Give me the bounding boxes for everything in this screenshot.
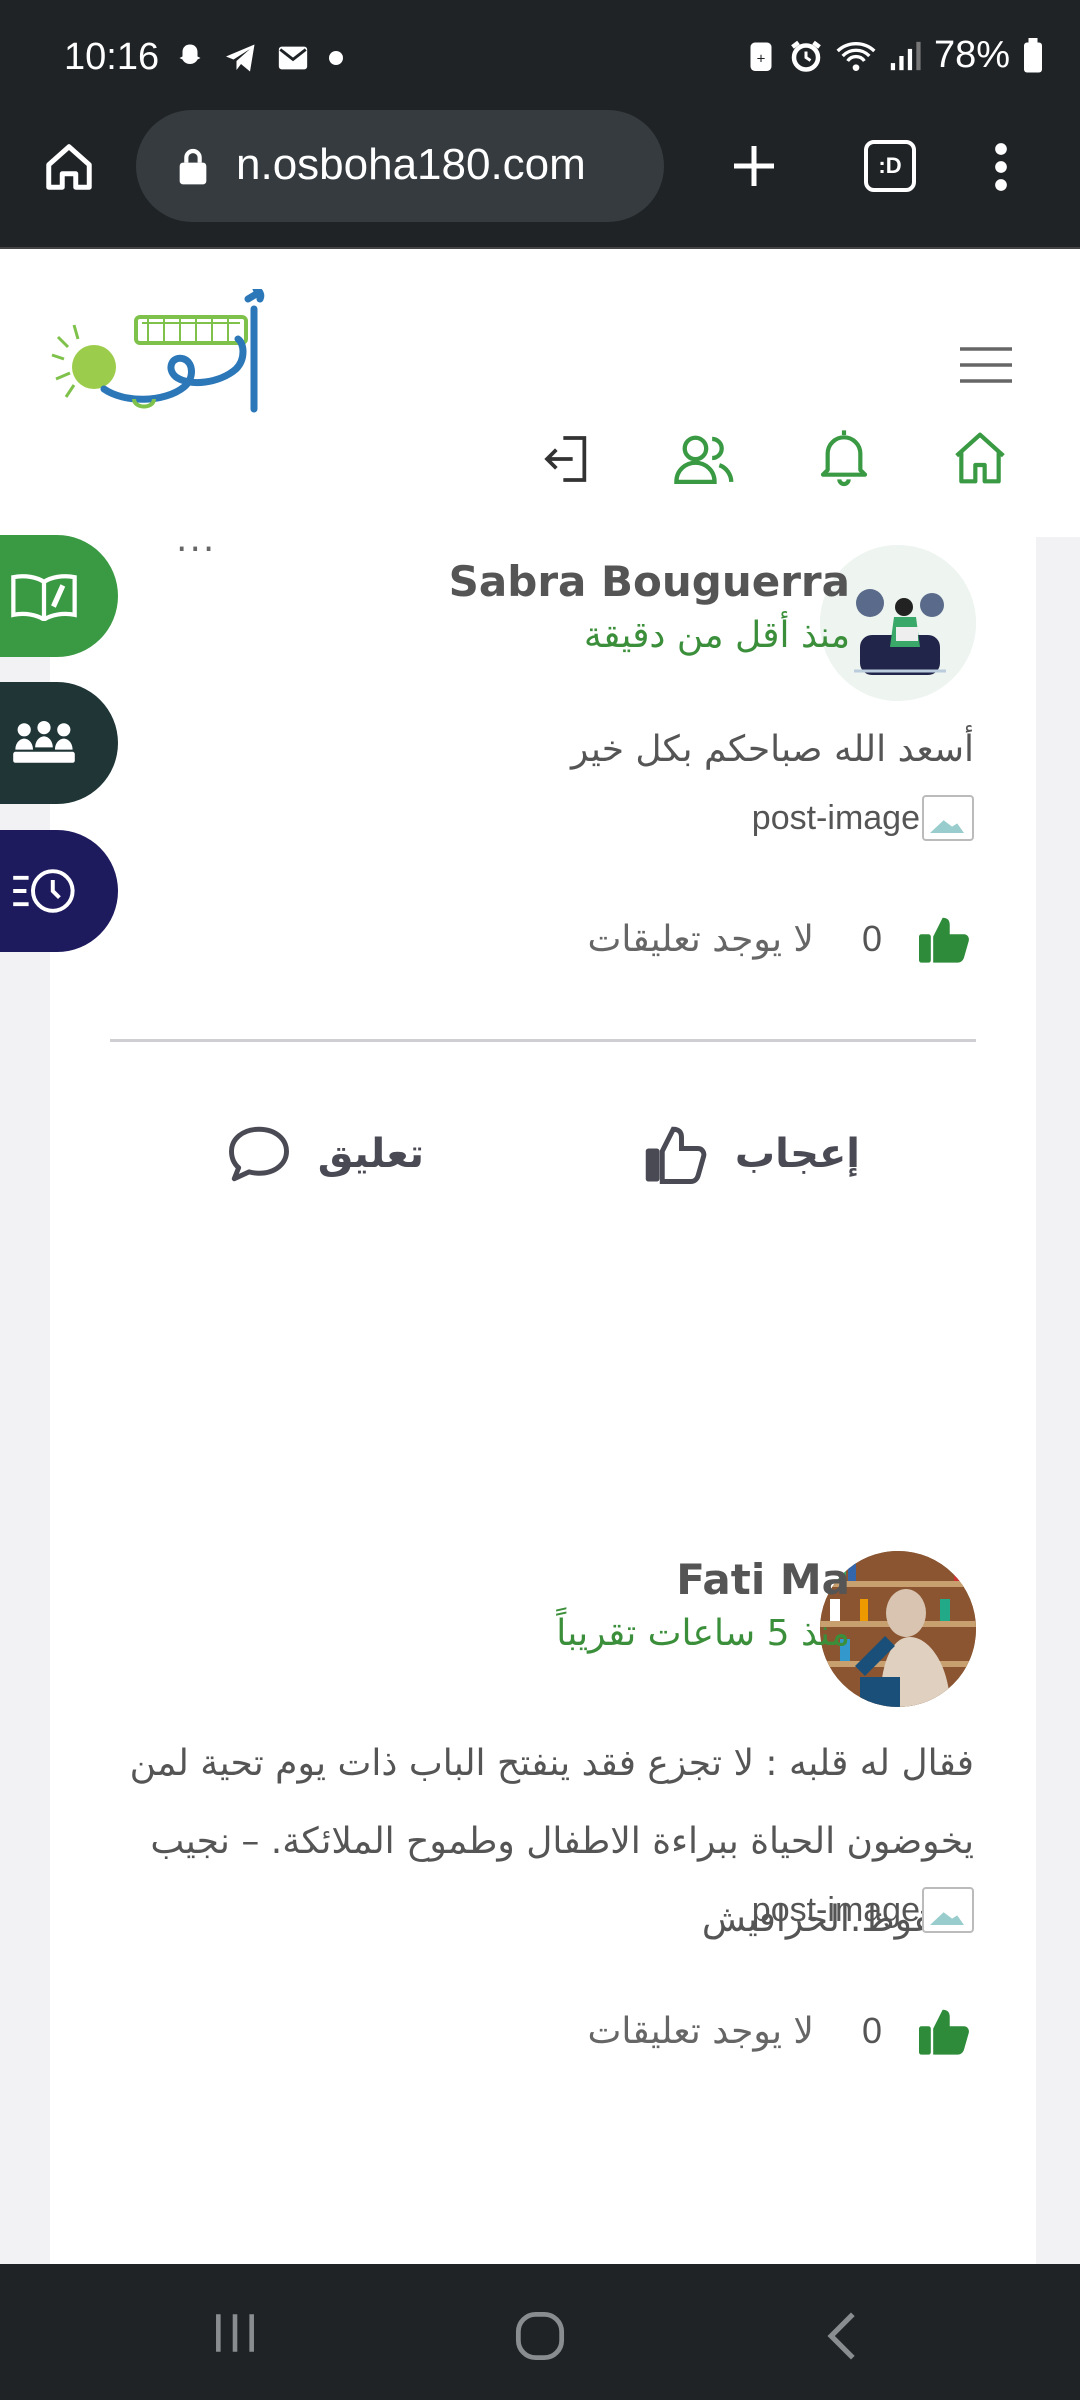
post-text: أسعد الله صباحكم بكل خير xyxy=(570,729,974,770)
logout-icon[interactable] xyxy=(540,431,596,487)
signal-icon xyxy=(890,41,921,70)
likes-count: 0 xyxy=(861,2010,882,2051)
notification-icons xyxy=(172,40,346,76)
post-image-alt: post-image xyxy=(751,1890,920,1929)
home-button-icon[interactable] xyxy=(514,2310,566,2362)
post-stats: 0 لا يوجد تعليقات xyxy=(588,2005,974,2057)
lock-icon xyxy=(179,148,207,185)
snapchat-icon xyxy=(179,44,201,64)
likes-count: 0 xyxy=(861,918,882,959)
home-nav-icon[interactable] xyxy=(952,429,1008,487)
thumbs-up-filled-icon xyxy=(919,917,969,963)
hamburger-menu-icon[interactable] xyxy=(958,345,1014,385)
wifi-icon xyxy=(836,41,876,71)
post-card: ··· Sabra Bouguerra منذ أقل من دقيقة أسع… xyxy=(50,537,1036,1509)
home-icon[interactable] xyxy=(42,140,96,194)
notifications-bell-icon[interactable] xyxy=(816,425,872,487)
svg-text:+: + xyxy=(757,50,766,67)
telegram-icon xyxy=(226,44,255,72)
history-clock-icon xyxy=(13,869,75,913)
post-card: Fati Ma منذ 5 ساعات تقريباً فقال له قلبه… xyxy=(50,1489,1036,2264)
like-button[interactable]: إعجاب xyxy=(643,1123,860,1185)
groups-side-button[interactable] xyxy=(0,682,118,804)
mail-icon xyxy=(278,46,308,70)
post-image: post-image xyxy=(752,795,974,841)
post-options-button[interactable]: ··· xyxy=(176,537,216,570)
battery-percent: 78% xyxy=(933,34,1010,76)
url-text: n.osboha180.com xyxy=(236,140,586,189)
site-logo[interactable] xyxy=(44,289,344,429)
address-bar[interactable]: n.osboha180.com xyxy=(136,110,664,222)
comments-count[interactable]: لا يوجد تعليقات xyxy=(588,919,814,960)
comment-bubble-icon xyxy=(228,1126,289,1182)
post-stats: 0 لا يوجد تعليقات xyxy=(588,913,974,965)
battery-icon xyxy=(1024,37,1042,72)
comment-button[interactable]: تعليق xyxy=(226,1123,424,1185)
broken-image-icon xyxy=(922,1887,974,1933)
history-side-button[interactable] xyxy=(0,830,118,952)
status-bar: 10:16 + 78% xyxy=(0,0,1080,123)
like-label: إعجاب xyxy=(734,1131,860,1177)
feed: ··· Sabra Bouguerra منذ أقل من دقيقة أسع… xyxy=(0,537,1080,2264)
post-author[interactable]: Sabra Bouguerra xyxy=(449,557,850,606)
books-side-button[interactable] xyxy=(0,535,118,657)
alarm-icon xyxy=(791,40,821,72)
post-author[interactable]: Fati Ma xyxy=(676,1555,850,1604)
open-book-icon xyxy=(11,574,77,621)
comments-count[interactable]: لا يوجد تعليقات xyxy=(588,2011,814,2052)
post-image: post-image xyxy=(752,1887,974,1933)
comment-label: تعليق xyxy=(317,1131,424,1177)
post-image-alt: post-image xyxy=(751,798,920,837)
broken-image-icon xyxy=(922,795,974,841)
friends-icon[interactable] xyxy=(674,429,736,487)
thumbs-up-filled-icon xyxy=(919,2009,969,2055)
back-icon[interactable] xyxy=(822,2310,862,2362)
menu-dots-icon[interactable] xyxy=(986,140,1016,194)
divider xyxy=(110,1039,976,1042)
recent-apps-icon[interactable] xyxy=(210,2310,260,2356)
post-time: منذ 5 ساعات تقريباً xyxy=(556,1613,850,1654)
post-time: منذ أقل من دقيقة xyxy=(583,615,850,656)
status-time: 10:16 xyxy=(64,36,160,78)
android-nav-bar xyxy=(0,2264,1080,2400)
thumbs-up-outline-icon xyxy=(645,1126,707,1184)
site-header xyxy=(0,247,1080,537)
dot-icon xyxy=(329,51,343,65)
battery-saver-icon: + xyxy=(750,42,772,71)
tab-switcher-button[interactable]: :D xyxy=(864,140,916,192)
system-icons: + 78% xyxy=(746,34,1044,77)
group-meeting-icon xyxy=(13,721,75,763)
new-tab-icon[interactable] xyxy=(730,142,778,190)
